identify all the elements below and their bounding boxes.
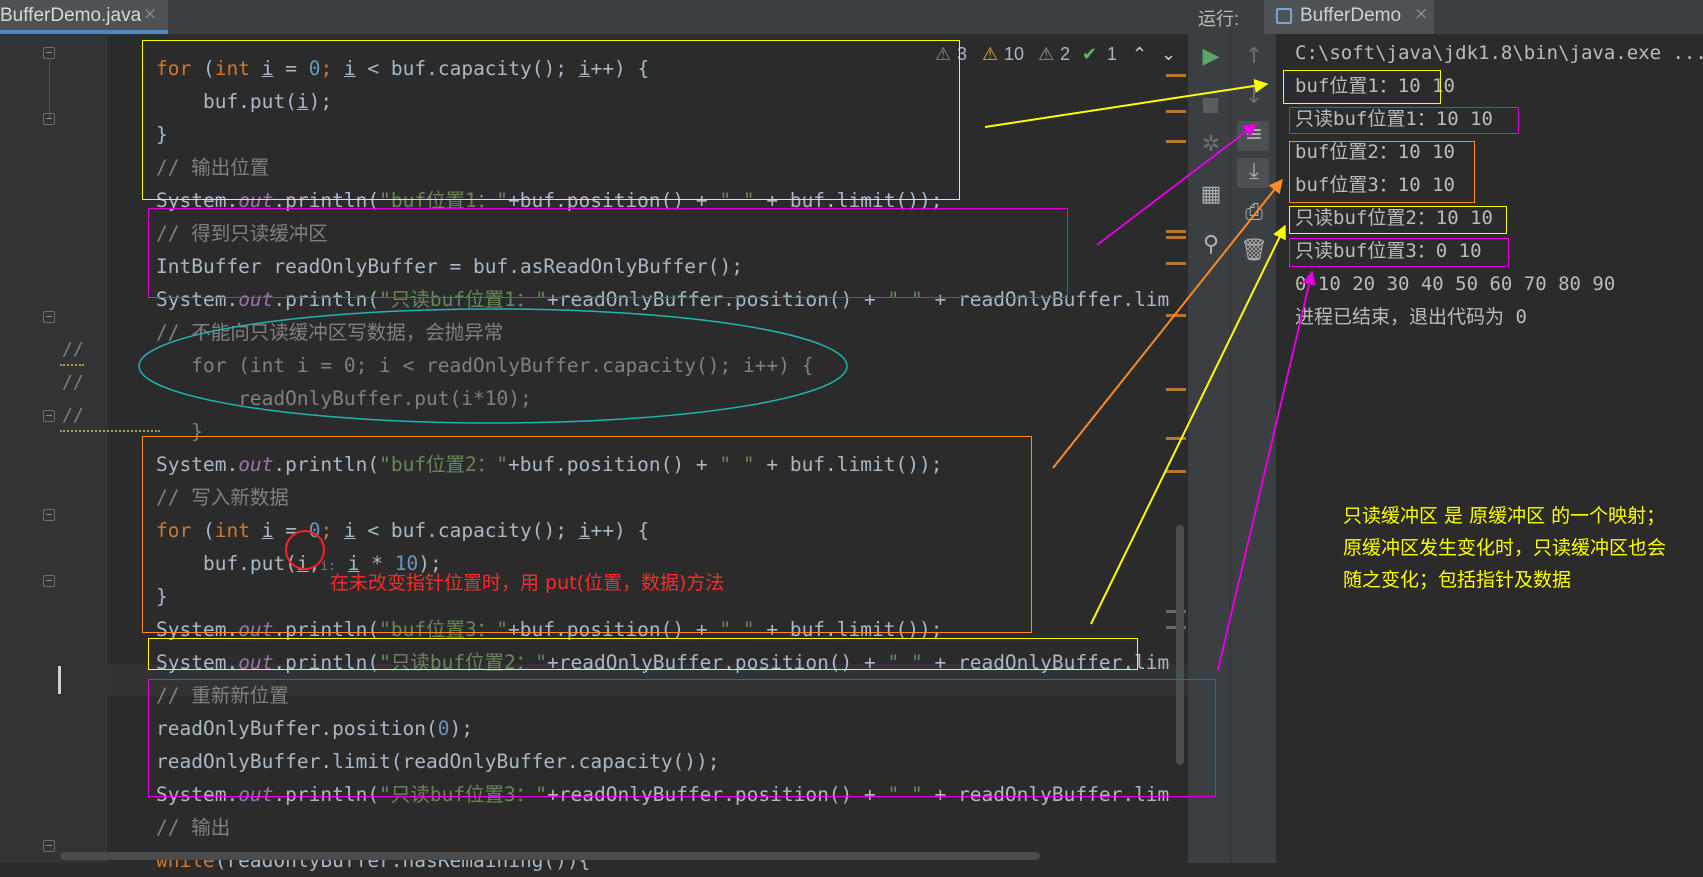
- code-comment-write-new: // 写入新数据: [156, 486, 289, 509]
- code-line-commented-put: readOnlyBuffer.put(i*10);: [156, 387, 532, 410]
- run-tab-label: BufferDemo: [1300, 5, 1402, 26]
- scroll-up-icon[interactable]: ↑: [1239, 44, 1269, 69]
- print-icon[interactable]: ⎙: [1239, 200, 1269, 225]
- warning-icon: ⚠: [982, 44, 999, 64]
- console-line: 只读buf位置3：0 10: [1295, 240, 1482, 262]
- gutter-comment-mark: //: [62, 339, 84, 360]
- trash-icon[interactable]: 🗑: [1239, 238, 1269, 263]
- editor-tab-bar: BufferDemo.java ×: [0, 0, 1188, 35]
- error-stripe-mark[interactable]: [1166, 74, 1186, 77]
- console-line: 只读buf位置1：10 10: [1295, 108, 1493, 130]
- editor-horizontal-scrollbar[interactable]: [60, 852, 1040, 860]
- weak-warning-icon: ⚠: [935, 44, 952, 64]
- code-line-print-pos3: System.out.println("buf位置3："+buf.positio…: [156, 618, 943, 641]
- fold-toggle-icon[interactable]: [43, 311, 55, 323]
- run-tab-bufferdemo[interactable]: BufferDemo ×: [1264, 0, 1434, 34]
- ok-count: 1: [1107, 44, 1118, 64]
- run-label: 运行:: [1198, 9, 1240, 29]
- error-stripe-mark[interactable]: [1166, 110, 1186, 113]
- code-line-3: }: [156, 123, 168, 146]
- close-icon[interactable]: ×: [1414, 4, 1428, 24]
- code-line-print-ro3: System.out.println("只读buf位置3："+readOnlyB…: [156, 783, 1170, 806]
- code-line-commented-close: }: [156, 420, 203, 443]
- active-tab-indicator: [0, 30, 168, 34]
- pin-icon[interactable]: ⚲: [1196, 232, 1226, 257]
- editor-gutter: [0, 35, 106, 863]
- console-line: buf位置1：10 10: [1295, 75, 1455, 97]
- soft-wrap-icon: ≡: [1244, 122, 1264, 147]
- check-icon: ✔: [1082, 44, 1098, 64]
- code-comment-readonly: // 得到只读缓冲区: [156, 222, 328, 245]
- debug-icon[interactable]: ✲: [1196, 132, 1226, 157]
- code-line-readonly-decl: IntBuffer readOnlyBuffer = buf.asReadOnl…: [156, 255, 743, 278]
- code-comment-output: // 输出: [156, 816, 231, 839]
- next-highlight-icon[interactable]: ⌄: [1161, 44, 1176, 65]
- code-line-print-pos2: System.out.println("buf位置2："+buf.positio…: [156, 453, 943, 476]
- editor-vertical-scrollbar[interactable]: [1176, 525, 1184, 765]
- typo-count: 2: [1060, 44, 1071, 64]
- layout-icon[interactable]: ▦: [1196, 182, 1226, 207]
- code-line-2: buf.put(i);: [156, 90, 333, 113]
- console-line: buf位置2：10 10: [1295, 141, 1455, 163]
- stop-icon[interactable]: [1203, 98, 1218, 113]
- fold-toggle-icon[interactable]: [43, 575, 55, 587]
- error-stripe-mark[interactable]: [1166, 230, 1186, 233]
- annotation-note-yellow-line: 随之变化；包括指针及数据: [1343, 569, 1572, 591]
- run-toolbar-primary: [1188, 34, 1231, 863]
- code-line-for-write: for (int i = 0; i < buf.capacity(); i++)…: [156, 519, 650, 542]
- editor-tab-bufferdemo[interactable]: BufferDemo.java ×: [0, 0, 168, 34]
- code-comment-reset: // 重新新位置: [156, 684, 289, 707]
- fold-toggle-icon[interactable]: [43, 113, 55, 125]
- console-line: 只读buf位置2：10 10: [1295, 207, 1493, 229]
- rerun-icon[interactable]: ▶: [1196, 44, 1226, 69]
- scroll-to-end-icon: ⤓: [1249, 159, 1259, 184]
- console-line-command: C:\soft\java\jdk1.8\bin\java.exe ...: [1295, 42, 1703, 64]
- code-line-position-zero: readOnlyBuffer.position(0);: [156, 717, 473, 740]
- console-line: buf位置3：10 10: [1295, 174, 1455, 196]
- typo-squiggle: [60, 362, 84, 366]
- error-stripe-mark[interactable]: [1166, 140, 1186, 143]
- fold-toggle-icon[interactable]: [43, 840, 55, 852]
- error-stripe-mark[interactable]: [1166, 437, 1186, 440]
- annotation-note-yellow-line: 只读缓冲区 是 原缓冲区 的一个映射；: [1343, 505, 1666, 527]
- annotation-note-yellow: 只读缓冲区 是 原缓冲区 的一个映射； 原缓冲区发生变化时，只读缓冲区也会 随之…: [1343, 500, 1698, 596]
- fold-toggle-icon[interactable]: [43, 47, 55, 59]
- code-line-commented-for: for (int i = 0; i < readOnlyBuffer.capac…: [156, 354, 814, 377]
- gutter-comment-mark: //: [62, 405, 84, 426]
- code-line-limit: readOnlyBuffer.limit(readOnlyBuffer.capa…: [156, 750, 720, 773]
- previous-highlight-icon[interactable]: ⌃: [1132, 44, 1147, 65]
- run-console[interactable]: C:\soft\java\jdk1.8\bin\java.exe ... buf…: [1277, 34, 1703, 863]
- code-line-print-pos1: System.out.println("buf位置1："+buf.positio…: [156, 189, 943, 212]
- annotation-note-red: 在未改变指针位置时，用 put(位置，数据)方法: [330, 572, 725, 594]
- code-comment-output-position: // 输出位置: [156, 156, 270, 179]
- console-line-exit: 进程已结束，退出代码为 0: [1295, 306, 1527, 328]
- code-line-while: while(readOnlyBuffer.hasRemaining()){: [156, 849, 591, 872]
- scroll-down-icon[interactable]: ↓: [1239, 84, 1269, 109]
- code-comment-cannot-write: // 不能向只读缓冲区写数据，会抛异常: [156, 321, 504, 344]
- code-line-1: for (int i = 0; i < buf.capacity(); i++)…: [156, 57, 650, 80]
- error-stripe-mark[interactable]: [1166, 388, 1186, 391]
- editor-tab-label: BufferDemo.java: [0, 5, 142, 26]
- weak-warning-count: 3: [957, 44, 968, 64]
- fold-guide: [49, 60, 50, 120]
- code-line-print-ro1: System.out.println("只读buf位置1："+readOnlyB…: [156, 288, 1170, 311]
- error-stripe-mark[interactable]: [1166, 236, 1186, 239]
- code-line-print-ro2: System.out.println("只读buf位置2："+readOnlyB…: [156, 651, 1170, 674]
- run-config-icon: [1276, 8, 1292, 24]
- annotation-note-yellow-line: 原缓冲区发生变化时，只读缓冲区也会: [1343, 537, 1667, 559]
- error-stripe-mark[interactable]: [1166, 470, 1186, 473]
- error-stripe-mark[interactable]: [1166, 262, 1186, 265]
- text-caret: [58, 666, 61, 694]
- code-line-17: }: [156, 585, 168, 608]
- gutter-comment-mark: //: [62, 372, 84, 393]
- console-line-values: 0 10 20 30 40 50 60 70 80 90: [1295, 273, 1616, 295]
- fold-toggle-icon[interactable]: [43, 410, 55, 422]
- error-stripe-mark[interactable]: [1166, 314, 1186, 317]
- code-editor[interactable]: for (int i = 0; i < buf.capacity(); i++)…: [107, 35, 1188, 872]
- run-window-header: 运行: BufferDemo ×: [1188, 0, 1703, 34]
- fold-toggle-icon[interactable]: [43, 509, 55, 521]
- typo-icon: ⚠: [1038, 44, 1055, 64]
- close-icon[interactable]: ×: [143, 4, 157, 24]
- warning-count: 10: [1004, 44, 1025, 64]
